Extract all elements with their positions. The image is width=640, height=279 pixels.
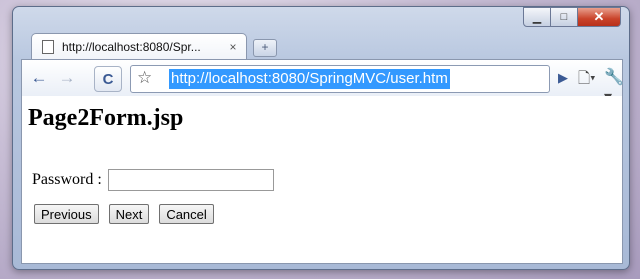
browser-window: ▁ □ ✕ http://localhost:8080/Spr... × + ←… [12, 6, 630, 270]
password-row: Password : [32, 169, 274, 191]
browser-toolbar: ← → C ☆ http://localhost:8080/SpringMVC/… [21, 59, 624, 106]
close-window-button[interactable]: ✕ [577, 7, 621, 27]
page-menu-icon[interactable]: 🗋▾ [578, 68, 596, 93]
minimize-button[interactable]: ▁ [523, 7, 551, 27]
tab-close-icon[interactable]: × [226, 40, 240, 54]
password-input[interactable] [107, 169, 274, 191]
go-icon[interactable]: ▶ [558, 70, 568, 86]
page-heading: Page2Form.jsp [28, 105, 184, 131]
password-label: Password : [32, 171, 102, 188]
tab-strip: http://localhost:8080/Spr... × + [21, 33, 621, 60]
address-bar[interactable]: ☆ http://localhost:8080/SpringMVC/user.h… [130, 65, 550, 93]
tab-title: http://localhost:8080/Spr... [62, 40, 201, 54]
cancel-button[interactable]: Cancel [159, 204, 214, 224]
bookmark-star-icon[interactable]: ☆ [137, 68, 152, 88]
new-tab-button[interactable]: + [253, 39, 277, 57]
window-controls: ▁ □ ✕ [523, 7, 621, 27]
next-button[interactable]: Next [108, 204, 150, 224]
back-arrow-icon[interactable]: ← [26, 66, 52, 90]
page-content: Page2Form.jsp Password : Previous Next C… [21, 96, 623, 264]
form-buttons: Previous Next Cancel [34, 204, 224, 224]
reload-icon[interactable]: C [94, 66, 122, 92]
previous-button[interactable]: Previous [34, 204, 99, 224]
tab-active[interactable]: http://localhost:8080/Spr... × [31, 33, 247, 60]
maximize-button[interactable]: □ [550, 7, 578, 27]
url-text[interactable]: http://localhost:8080/SpringMVC/user.htm [169, 69, 450, 89]
forward-arrow-icon[interactable]: → [54, 66, 80, 90]
page-icon [42, 40, 54, 54]
